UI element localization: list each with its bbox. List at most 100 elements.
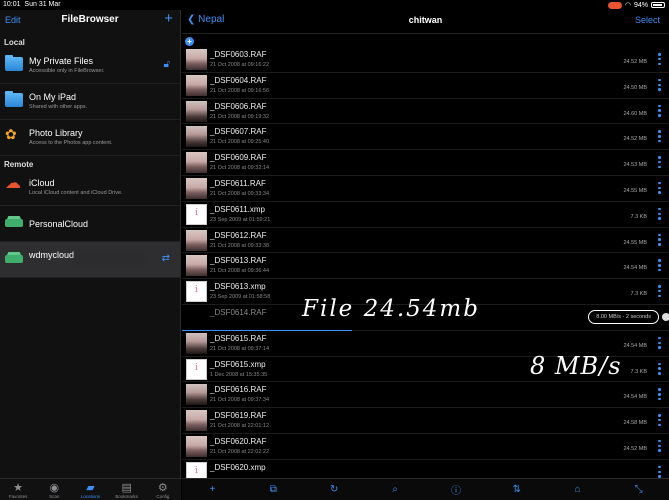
file-row[interactable]: _DSF0604.RAF 21 Oct 2008 at 09:16:56 24.50…	[182, 73, 669, 99]
file-name: _DSF0619.RAF	[210, 411, 267, 421]
file-date: 21 Oct 2008 at 09:33:34	[210, 190, 270, 197]
thumbnail-image	[186, 152, 207, 174]
file-date: 21 Oct 2008 at 09:25:40	[210, 139, 270, 146]
more-options-icon[interactable]	[658, 285, 661, 298]
thumbnail-image	[186, 126, 207, 148]
add-location-button[interactable]: +	[164, 11, 173, 26]
file-name: _DSF0613.RAF	[210, 256, 267, 266]
tab-locations[interactable]: ▰ Locations	[72, 479, 108, 500]
xmp-file-icon	[186, 281, 207, 303]
file-name: _DSF0611.xmp	[210, 204, 265, 214]
search-icon[interactable]: ⌕	[385, 484, 405, 495]
sidebar-item-subtitle: Shared with other apps.	[29, 104, 88, 110]
sidebar-item-wdmycloud[interactable]: wdmycloud ⇄	[0, 242, 180, 278]
home-icon[interactable]: ⌂	[568, 484, 588, 495]
thumbnail-image	[186, 255, 207, 277]
more-options-icon[interactable]	[658, 104, 661, 117]
sidebar-item-label: On My iPad	[29, 92, 77, 102]
more-options-icon[interactable]	[658, 53, 661, 65]
bottom-toolbar: + ⧉ ↻ ⌕ ⓘ ⇅ ⌂ ⤡	[182, 478, 669, 500]
expand-icon[interactable]: ⤡	[629, 484, 649, 495]
connection-icon[interactable]: ⇄	[162, 253, 170, 264]
tab-config[interactable]: ⚙ Config	[145, 479, 181, 500]
file-date: 21 Oct 2008 at 22:01:12	[210, 423, 270, 430]
more-options-icon[interactable]	[658, 233, 661, 246]
tab-bookmarks[interactable]: ▤ Bookmarks	[109, 479, 145, 500]
thumbnail-image	[186, 49, 207, 70]
wifi-icon: ◉	[49, 482, 60, 494]
more-options-icon[interactable]	[658, 207, 661, 220]
refresh-icon[interactable]: ↻	[324, 484, 344, 495]
file-date: 21 Oct 2008 at 09:37:14	[210, 345, 270, 352]
more-options-icon[interactable]	[658, 336, 661, 349]
section-local: Local	[4, 38, 25, 47]
file-size: 24.55 MB	[623, 239, 647, 246]
more-options-icon[interactable]	[658, 156, 661, 169]
tab-favorites[interactable]: ★ Favorites	[0, 479, 36, 500]
folder-icon	[5, 55, 23, 71]
network-drive-icon	[5, 255, 23, 263]
file-name: _DSF0603.RAF	[210, 50, 267, 59]
thumbnail-image	[186, 229, 207, 251]
sidebar-item-private-files[interactable]: My Private Files Accessible only in File…	[0, 48, 180, 84]
sidebar-item-subtitle: Accessible only in FileBrowser.	[29, 68, 105, 74]
file-name: _DSF0615.RAF	[210, 333, 267, 343]
more-options-icon[interactable]	[658, 414, 661, 427]
file-row[interactable]: _DSF0606.RAF 21 Oct 2008 at 09:19:32 24.60…	[182, 99, 669, 125]
file-size: 24.52 MB	[623, 445, 647, 452]
plus-icon[interactable]: +	[202, 484, 222, 495]
more-options-icon[interactable]	[658, 362, 661, 375]
sidebar-item-photo-library[interactable]: ✿ Photo Library Access to the Photos app…	[0, 120, 180, 156]
sidebar-title: FileBrowser	[61, 14, 119, 25]
thumbnail-image	[186, 100, 207, 122]
more-options-icon[interactable]	[658, 130, 661, 143]
status-right: ◠ 94%	[607, 1, 665, 9]
file-date: 23 Sep 2009 at 01:58:58	[210, 294, 271, 301]
xmp-file-icon	[186, 358, 207, 380]
more-options-icon[interactable]	[658, 181, 661, 194]
sidebar-item-personalcloud[interactable]: PersonalCloud	[0, 206, 180, 242]
file-name: _DSF0606.RAF	[210, 101, 267, 111]
file-row[interactable]: _DSF0607.RAF 21 Oct 2008 at 09:25:40 24.52…	[182, 124, 669, 151]
file-row[interactable]: _DSF0619.RAF 21 Oct 2008 at 22:01:12 24.58…	[182, 408, 669, 434]
more-options-icon[interactable]	[658, 465, 661, 478]
more-options-icon[interactable]	[658, 439, 661, 452]
select-button[interactable]: Select	[635, 15, 660, 25]
file-name: _DSF0620.xmp	[210, 462, 266, 472]
stop-download-icon[interactable]	[662, 312, 669, 321]
thumbnail-image	[186, 332, 207, 354]
file-row[interactable]: _DSF0611.xmp 23 Sep 2009 at 01:59:21 7.3 K…	[182, 202, 669, 228]
more-options-icon[interactable]	[658, 388, 661, 401]
file-date: 21 Oct 2008 at 09:16:22	[210, 62, 270, 68]
status-time: 10:01 Sun 31 Mar	[3, 1, 61, 8]
tab-scan[interactable]: ◉ Scan	[36, 479, 72, 500]
file-row[interactable]: _DSF0612.RAF 21 Oct 2008 at 09:33:38 24.55…	[182, 228, 669, 254]
info-icon[interactable]: ⓘ	[446, 482, 466, 497]
file-name: _DSF0612.RAF	[210, 230, 267, 240]
file-row[interactable]: _DSF0620.RAF 21 Oct 2008 at 22:02:22 24.52…	[182, 434, 669, 460]
file-date: 23 Sep 2009 at 01:59:21	[210, 216, 271, 223]
sidebar-item-label: iCloud	[29, 178, 55, 188]
folder-icon: ▰	[86, 482, 95, 494]
file-row[interactable]: _DSF0603.RAF 21 Oct 2008 at 09:16:22 24.52…	[182, 47, 669, 73]
more-options-icon[interactable]	[658, 78, 661, 91]
handwritten-speed-note: 8 MB/s	[530, 352, 622, 380]
sidebar-item-on-my-ipad[interactable]: On My iPad Shared with other apps.	[0, 84, 180, 120]
more-options-icon[interactable]	[658, 259, 661, 272]
move-icon[interactable]: ⧉	[263, 484, 283, 495]
file-row[interactable]: _DSF0613.RAF 21 Oct 2008 at 09:36:44 24.54…	[182, 253, 669, 280]
file-size: 7.3 KB	[630, 213, 647, 220]
file-size: 24.54 MB	[623, 265, 647, 272]
file-row[interactable]: _DSF0609.RAF 21 Oct 2008 at 09:32:14 24.53…	[182, 150, 669, 176]
file-size: 24.52 MB	[623, 136, 647, 143]
photos-icon: ✿	[5, 126, 17, 142]
unlock-icon[interactable]: 🔓︎	[164, 59, 170, 70]
sort-icon[interactable]: ⇅	[507, 484, 527, 495]
file-row[interactable]: _DSF0616.RAF 21 Oct 2008 at 09:37:34 24.54…	[182, 382, 669, 409]
sidebar-item-icloud[interactable]: ☁︎ iCloud Local iCloud content and iClou…	[0, 170, 180, 206]
file-size: 7.3 KB	[630, 291, 647, 298]
file-name: _DSF0604.RAF	[210, 75, 267, 85]
file-row[interactable]: _DSF0611.RAF 21 Oct 2008 at 09:33:34 24.55…	[182, 176, 669, 202]
add-item-button[interactable]: +	[185, 37, 194, 46]
thumbnail-image	[186, 435, 207, 457]
